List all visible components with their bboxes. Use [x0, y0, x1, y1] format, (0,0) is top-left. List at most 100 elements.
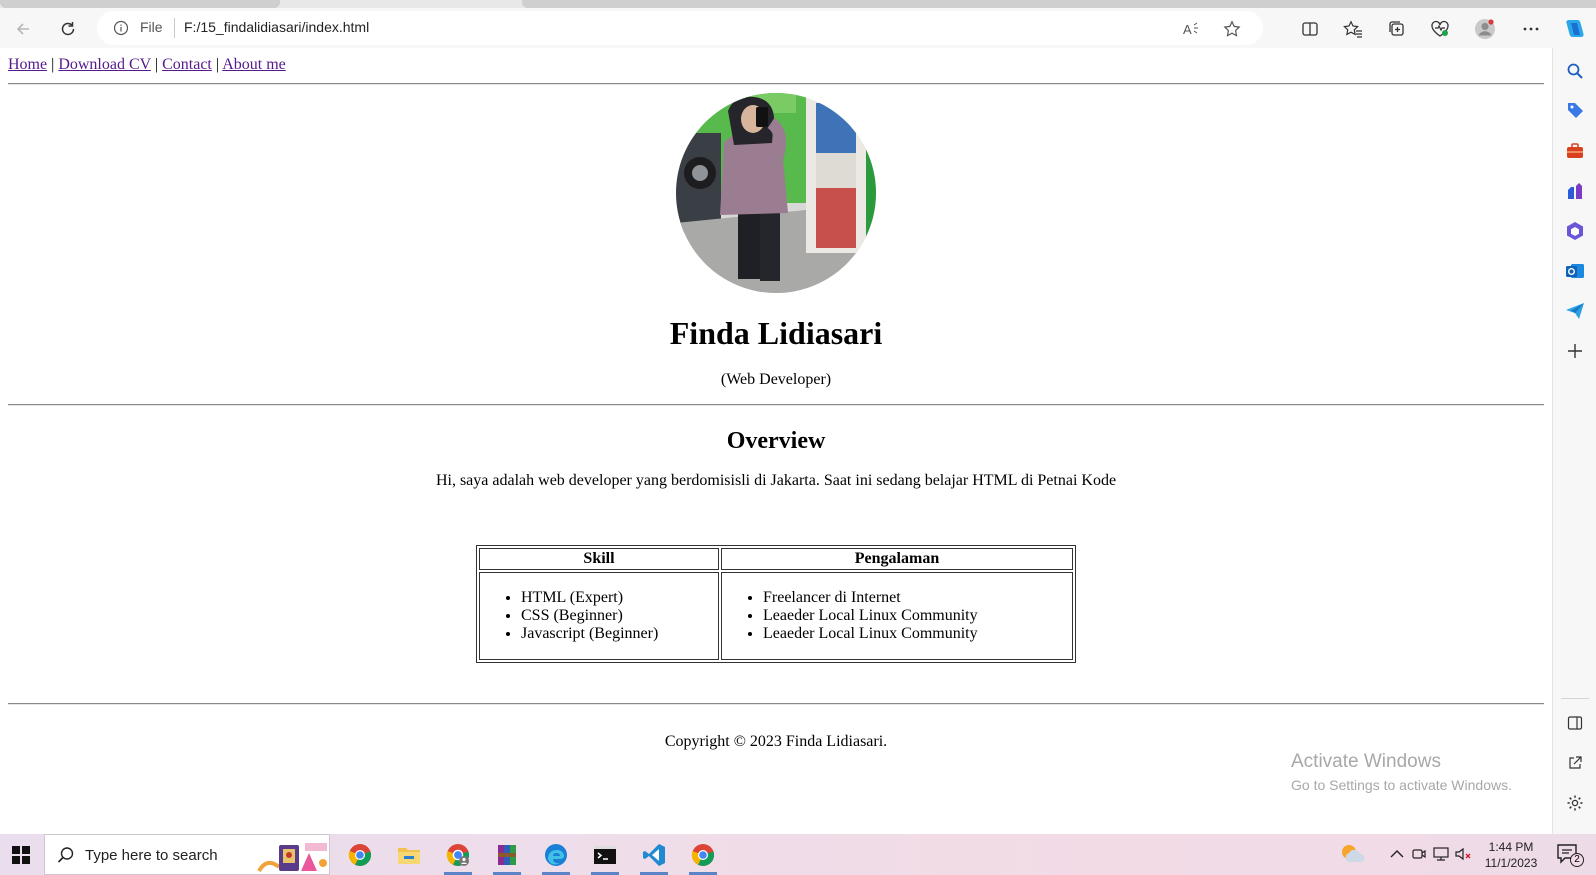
list-item: Freelancer di Internet [763, 589, 1071, 607]
more-icon [1523, 27, 1539, 31]
office-icon [1567, 222, 1583, 240]
site-info-button[interactable] [113, 20, 129, 40]
back-icon [16, 23, 29, 35]
taskbar-chrome[interactable] [340, 838, 380, 872]
taskbar-edge[interactable] [536, 838, 576, 875]
chrome-icon [691, 844, 715, 866]
footer-copyright: Copyright © 2023 Finda Lidiasari. [664, 733, 888, 750]
svg-text:A: A [1183, 22, 1192, 37]
start-button[interactable] [0, 834, 42, 875]
skill-list: HTML (Expert) CSS (Beginner) Javascript … [481, 589, 717, 643]
table-header-experience: Pengalaman [721, 548, 1073, 570]
browser-tab-strip-area[interactable] [522, 0, 1596, 8]
nav-separator: | [215, 56, 220, 73]
sidebar-tools-button[interactable] [1564, 140, 1586, 162]
taskbar-chrome-2[interactable] [683, 838, 723, 875]
nav-contact-link[interactable]: Contact [162, 56, 212, 73]
browser-essentials-icon [1431, 20, 1449, 37]
person-name: Finda Lidiasari [669, 315, 883, 351]
profile-icon [1475, 19, 1495, 39]
back-button[interactable] [9, 15, 37, 43]
taskbar-vscode[interactable] [634, 838, 674, 875]
sidebar-office-button[interactable] [1564, 220, 1586, 242]
sidebar-settings-button[interactable] [1564, 792, 1586, 814]
list-item: Leaeder Local Linux Community [763, 625, 1071, 643]
add-icon [1568, 344, 1582, 358]
experience-list: Freelancer di Internet Leaeder Local Lin… [723, 589, 1071, 643]
list-item: Javascript (Beginner) [521, 625, 717, 643]
taskbar-clock[interactable]: 1:44 PM 11/1/2023 [1476, 839, 1546, 871]
browser-toolbar: File F:/15_findalidiasari/index.html A [0, 8, 1596, 48]
taskbar-search-box[interactable]: Type here to search [44, 834, 330, 875]
sidebar-add-button[interactable] [1564, 340, 1586, 362]
sidebar-panel-icon [1567, 716, 1583, 730]
favorite-button[interactable] [1221, 18, 1243, 40]
copilot-button[interactable] [1560, 15, 1588, 43]
nav-about-link[interactable]: About me [222, 56, 286, 73]
taskbar-chrome-profile[interactable] [438, 838, 478, 875]
file-label: File [140, 19, 163, 35]
terminal-icon [594, 846, 616, 864]
favorites-icon [1343, 20, 1362, 38]
notification-count-badge: 2 [1570, 853, 1584, 867]
collections-button[interactable] [1383, 15, 1411, 43]
divider [8, 83, 1544, 85]
table-row: HTML (Expert) CSS (Beginner) Javascript … [479, 572, 1073, 660]
file-explorer-icon [398, 848, 420, 864]
windows-logo-icon [12, 845, 30, 864]
edge-sidebar [1552, 48, 1596, 834]
search-highlight-illustration [257, 843, 327, 873]
skills-table: Skill Pengalaman HTML (Expert) CSS (Begi… [476, 545, 1076, 663]
tray-network[interactable] [1432, 844, 1450, 864]
winrar-icon [498, 845, 516, 865]
url-text[interactable]: F:/15_findalidiasari/index.html [184, 19, 369, 35]
nav-separator: | [154, 56, 159, 73]
tab-strip [0, 0, 1596, 8]
address-bar[interactable]: File F:/15_findalidiasari/index.html A [97, 11, 1263, 45]
taskbar-file-explorer[interactable] [389, 838, 429, 872]
divider [8, 703, 1544, 705]
top-nav: Home | Download CV | Contact | About me [8, 56, 286, 74]
tray-meet-now[interactable] [1410, 844, 1428, 864]
weather-widget[interactable] [1340, 841, 1366, 867]
overview-text: Hi, saya adalah web developer yang berdo… [435, 472, 1117, 489]
windows-taskbar: Type here to search 1:44 PM 11/1/2023 2 [0, 834, 1596, 875]
tray-volume[interactable] [1454, 844, 1472, 864]
chrome-profile-icon [446, 844, 470, 866]
sidebar-games-button[interactable] [1564, 180, 1586, 202]
refresh-button[interactable] [54, 15, 82, 43]
camera-icon [1412, 849, 1426, 859]
taskbar-terminal[interactable] [585, 838, 625, 875]
tray-overflow-button[interactable] [1388, 844, 1406, 864]
favorites-button[interactable] [1339, 15, 1367, 43]
external-link-icon [1569, 756, 1582, 769]
network-icon [1433, 847, 1449, 861]
nav-download-cv-link[interactable]: Download CV [58, 56, 151, 73]
browser-tab[interactable] [0, 0, 280, 8]
search-icon [1567, 63, 1583, 79]
chrome-icon [348, 844, 372, 866]
sidebar-panel-button[interactable] [1564, 712, 1586, 734]
sidebar-send-button[interactable] [1564, 300, 1586, 322]
browser-essentials-button[interactable] [1426, 15, 1454, 43]
taskbar-winrar[interactable] [487, 838, 527, 875]
sidebar-search-button[interactable] [1564, 60, 1586, 82]
clock-date: 11/1/2023 [1484, 856, 1538, 870]
more-button[interactable] [1517, 15, 1545, 43]
activation-watermark-subtitle: Go to Settings to activate Windows. [1291, 777, 1512, 793]
read-aloud-button[interactable]: A [1181, 18, 1203, 40]
tools-icon [1567, 143, 1583, 158]
sidebar-external-link-button[interactable] [1564, 752, 1586, 774]
address-separator [174, 18, 175, 38]
table-header-row: Skill Pengalaman [479, 548, 1073, 570]
experience-cell: Freelancer di Internet Leaeder Local Lin… [721, 572, 1073, 660]
sidebar-shopping-button[interactable] [1564, 100, 1586, 122]
split-screen-icon [1302, 22, 1318, 36]
nav-home-link[interactable]: Home [8, 56, 47, 73]
split-screen-button[interactable] [1296, 15, 1324, 43]
sidebar-outlook-button[interactable] [1564, 260, 1586, 282]
activation-watermark-title: Activate Windows [1291, 751, 1441, 772]
profile-button[interactable] [1471, 15, 1499, 43]
volume-muted-icon [1455, 847, 1471, 861]
weather-icon [1342, 845, 1365, 862]
